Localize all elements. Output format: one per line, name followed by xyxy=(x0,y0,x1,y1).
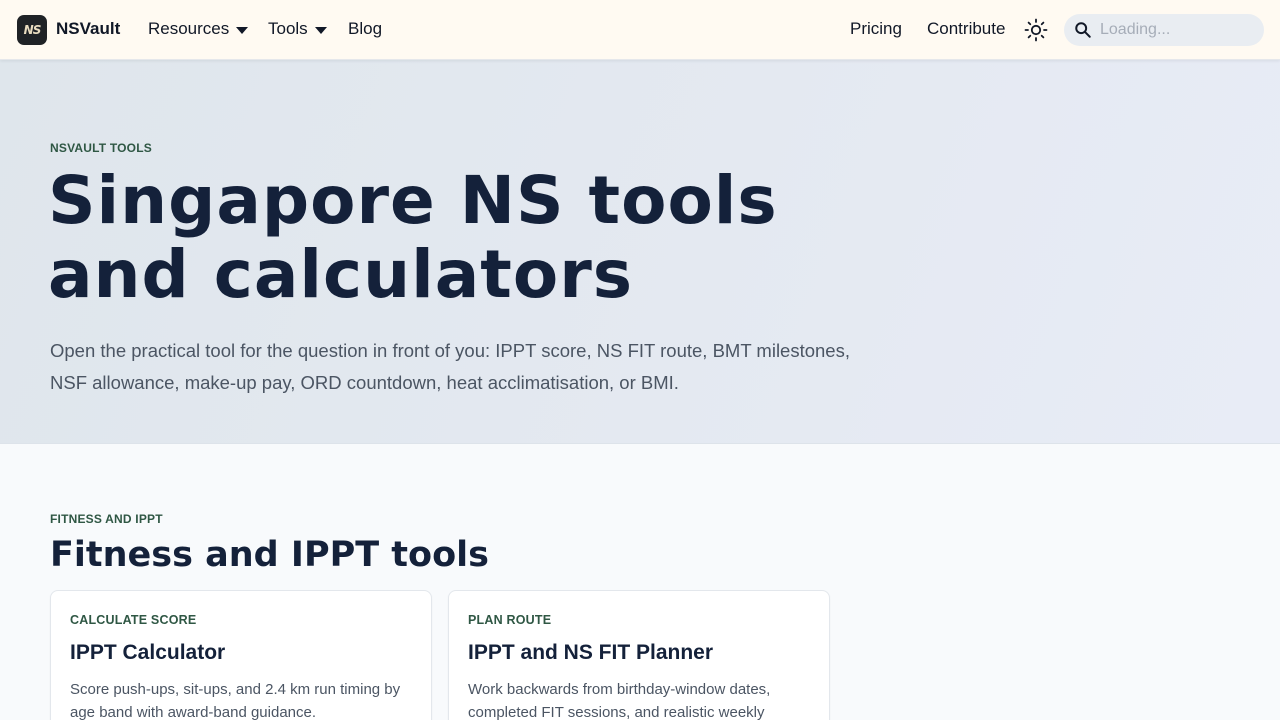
nav-contribute[interactable]: Contribute xyxy=(927,19,1005,39)
nav-tools[interactable]: Tools xyxy=(268,19,327,39)
nav-pricing-label: Pricing xyxy=(850,19,902,38)
search-icon xyxy=(1075,22,1091,38)
page-title: Singapore NS tools and calculators xyxy=(48,164,948,312)
card-description: Score push-ups, sit-ups, and 2.4 km run … xyxy=(70,678,415,720)
logo-icon[interactable]: NS xyxy=(17,15,47,45)
nav-resources[interactable]: Resources xyxy=(148,19,249,39)
card-title: IPPT and NS FIT Planner xyxy=(468,641,714,664)
search-box[interactable] xyxy=(1064,14,1264,46)
section-title: Fitness and IPPT tools xyxy=(50,535,489,575)
nav-tools-label: Tools xyxy=(268,19,308,38)
nav-resources-label: Resources xyxy=(148,19,230,38)
hero-eyebrow: NSVAULT TOOLS xyxy=(50,141,152,155)
card-description-line-2: completed FIT sessions, and realistic we… xyxy=(468,704,765,720)
tool-card-ippt-calculator[interactable]: CALCULATE SCORE IPPT Calculator Score pu… xyxy=(50,590,432,720)
theme-toggle-button[interactable] xyxy=(1024,18,1048,42)
nav-blog-label: Blog xyxy=(348,19,383,38)
top-navbar: NS NSVault Resources Tools Blog Pricing … xyxy=(0,0,1280,60)
chevron-down-icon xyxy=(236,26,249,34)
card-eyebrow: PLAN ROUTE xyxy=(468,613,552,627)
sun-icon xyxy=(1024,18,1048,42)
section-eyebrow: FITNESS AND IPPT xyxy=(50,512,163,526)
card-description-line-1: Work backwards from birthday-window date… xyxy=(468,681,771,698)
card-title: IPPT Calculator xyxy=(70,641,226,664)
tool-card-ns-fit-planner[interactable]: PLAN ROUTE IPPT and NS FIT Planner Work … xyxy=(448,590,830,720)
hero-section: NSVAULT TOOLS Singapore NS tools and cal… xyxy=(0,60,1280,444)
page-title-line-2: and calculators xyxy=(48,236,634,313)
chevron-down-icon xyxy=(314,26,327,34)
brand-name[interactable]: NSVault xyxy=(56,19,120,39)
logo-text: NS xyxy=(23,23,42,37)
nav-pricing[interactable]: Pricing xyxy=(850,19,902,39)
card-description: Work backwards from birthday-window date… xyxy=(468,678,813,720)
card-description-line-2: age band with award-band guidance. xyxy=(70,704,317,720)
hero-description: Open the practical tool for the question… xyxy=(50,335,900,399)
card-description-line-1: Score push-ups, sit-ups, and 2.4 km run … xyxy=(70,681,401,698)
nav-blog[interactable]: Blog xyxy=(348,19,382,39)
nav-contribute-label: Contribute xyxy=(927,19,1006,38)
search-input[interactable] xyxy=(1100,20,1256,40)
hero-description-line-2: NSF allowance, make-up pay, ORD countdow… xyxy=(50,372,679,393)
page-title-line-1: Singapore NS tools xyxy=(48,162,778,239)
card-eyebrow: CALCULATE SCORE xyxy=(70,613,197,627)
hero-description-line-1: Open the practical tool for the question… xyxy=(50,340,850,361)
